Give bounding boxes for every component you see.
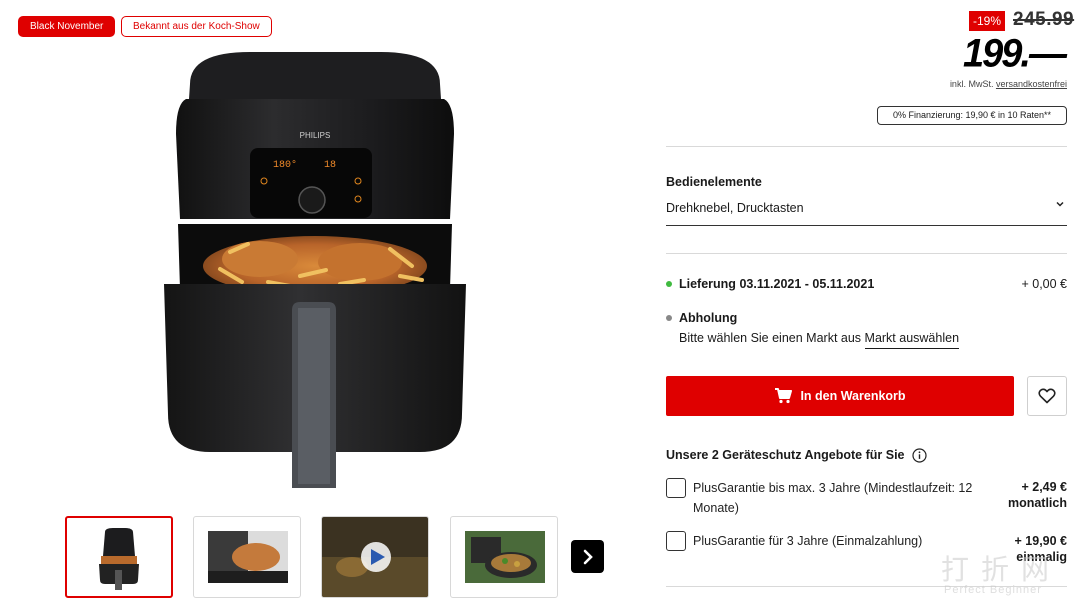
black-november-badge: Black November (18, 16, 116, 37)
current-price: 199.— (963, 31, 1067, 77)
delivery-option[interactable]: Lieferung 03.11.2021 - 05.11.2021 (679, 277, 874, 291)
add-to-cart-button[interactable]: In den Warenkorb (666, 376, 1014, 416)
watermark-subtitle: Perfect Beginner (944, 584, 1042, 596)
pickup-text: Bitte wählen Sie einen Markt aus Markt a… (679, 331, 960, 349)
svg-text:180°: 180° (273, 159, 297, 171)
select-store-link[interactable]: Markt auswählen (864, 331, 960, 349)
protection-option-2-checkbox[interactable] (666, 531, 686, 551)
protection-option-1-checkbox[interactable] (666, 478, 686, 498)
protection-title: Unsere 2 Geräteschutz Angebote für Sie (666, 448, 905, 462)
protection-option-1-price: + 2,49 € monatlich (1007, 480, 1067, 510)
cart-icon (775, 388, 793, 404)
chevron-down-icon[interactable] (1054, 198, 1066, 210)
divider (666, 253, 1067, 254)
watermark: 打折网 (941, 554, 1062, 585)
select-underline (666, 225, 1067, 226)
shipping-link[interactable]: versandkostenfrei (996, 79, 1067, 89)
controls-select[interactable]: Drehknebel, Drucktasten (666, 201, 804, 215)
divider (666, 146, 1067, 147)
chevron-right-icon (583, 549, 593, 564)
price-note: inkl. MwSt. versandkostenfrei (949, 79, 1067, 89)
product-image[interactable]: PHILIPS 180° 18 (150, 44, 480, 494)
financing-button[interactable]: 0% Finanzierung: 19,90 € in 10 Raten** (877, 106, 1067, 125)
thumbnail-next-button[interactable] (571, 540, 604, 573)
thumbnail-video[interactable] (321, 516, 429, 598)
koch-show-badge: Bekannt aus der Koch-Show (121, 16, 272, 37)
brand-logo: PHILIPS (300, 131, 331, 140)
protection-option-2-label[interactable]: PlusGarantie für 3 Jahre (Einmalzahlung) (693, 531, 922, 551)
pickup-option[interactable]: Abholung (679, 311, 737, 325)
delivery-price: + 0,00 € (1021, 277, 1067, 291)
svg-text:18: 18 (324, 160, 336, 171)
wishlist-button[interactable] (1027, 376, 1067, 416)
info-icon[interactable] (912, 448, 927, 463)
pickup-status-dot (666, 315, 672, 321)
controls-title: Bedienelemente (666, 175, 762, 189)
heart-icon (1038, 388, 1056, 404)
thumbnail-4[interactable] (450, 516, 558, 598)
protection-option-1-label[interactable]: PlusGarantie bis max. 3 Jahre (Mindestla… (693, 478, 972, 518)
thumbnail-1[interactable] (65, 516, 173, 598)
thumbnail-2[interactable] (193, 516, 301, 598)
discount-badge: -19% (969, 11, 1006, 31)
delivery-status-dot (666, 281, 672, 287)
old-price: 245.99 (1013, 9, 1075, 30)
